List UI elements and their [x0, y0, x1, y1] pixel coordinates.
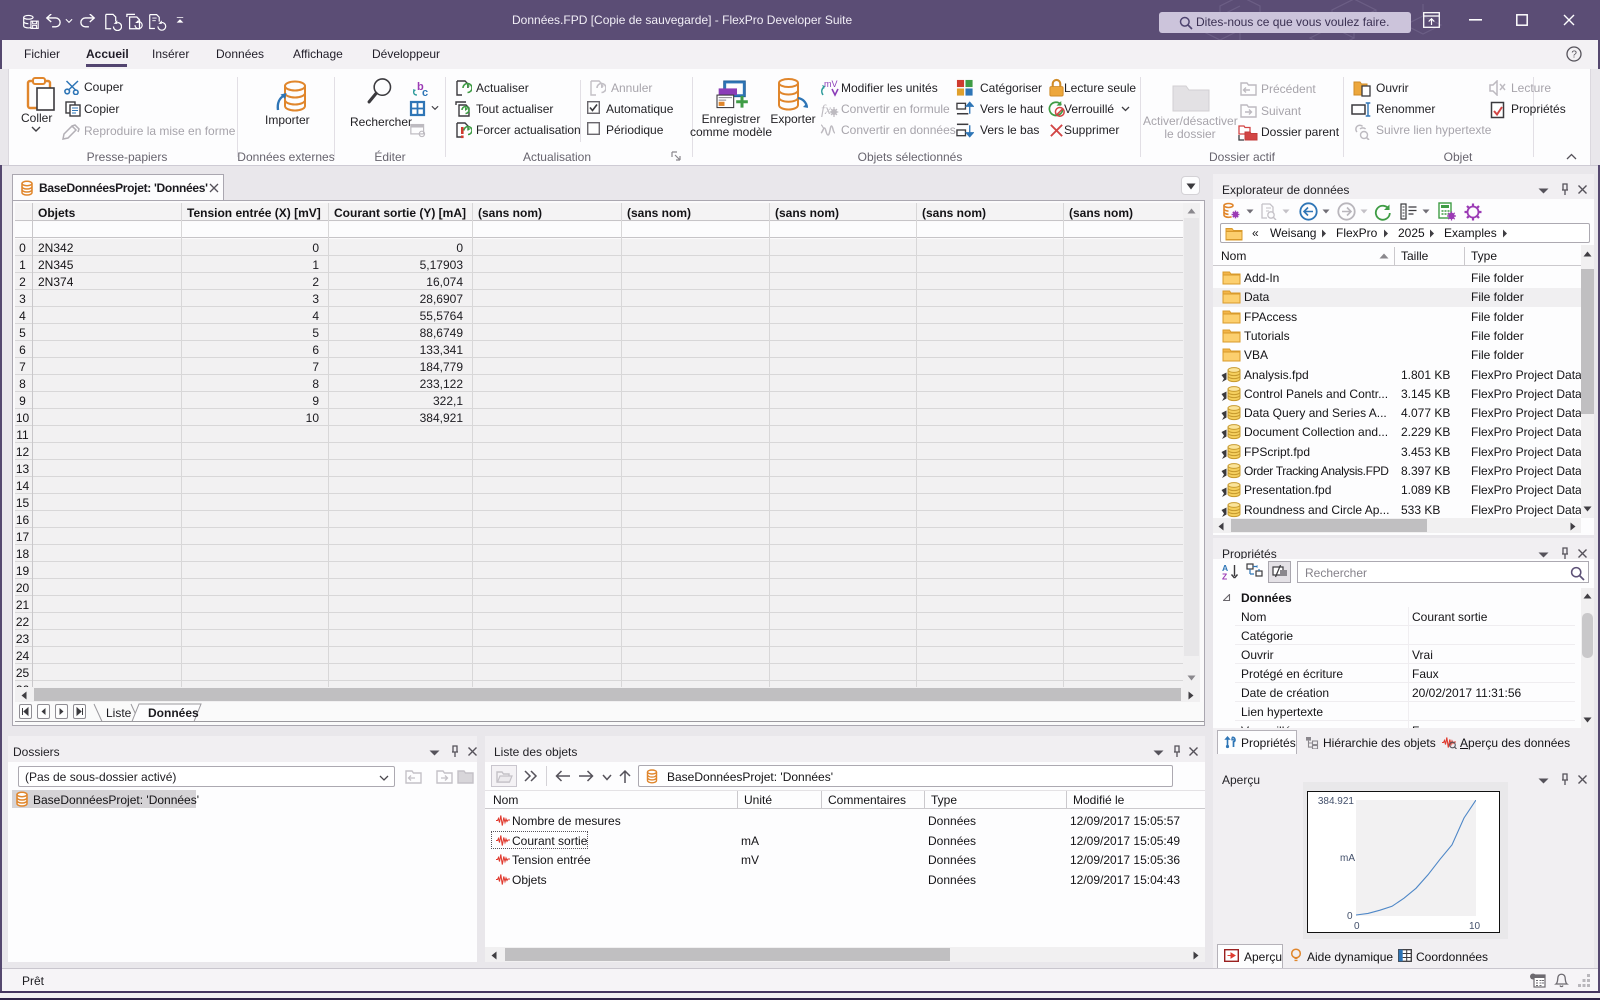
svg-text:fx: fx: [821, 103, 832, 118]
svg-text:?: ?: [1571, 49, 1577, 60]
svg-text:mV: mV: [824, 79, 838, 89]
svg-text:c: c: [422, 87, 428, 99]
